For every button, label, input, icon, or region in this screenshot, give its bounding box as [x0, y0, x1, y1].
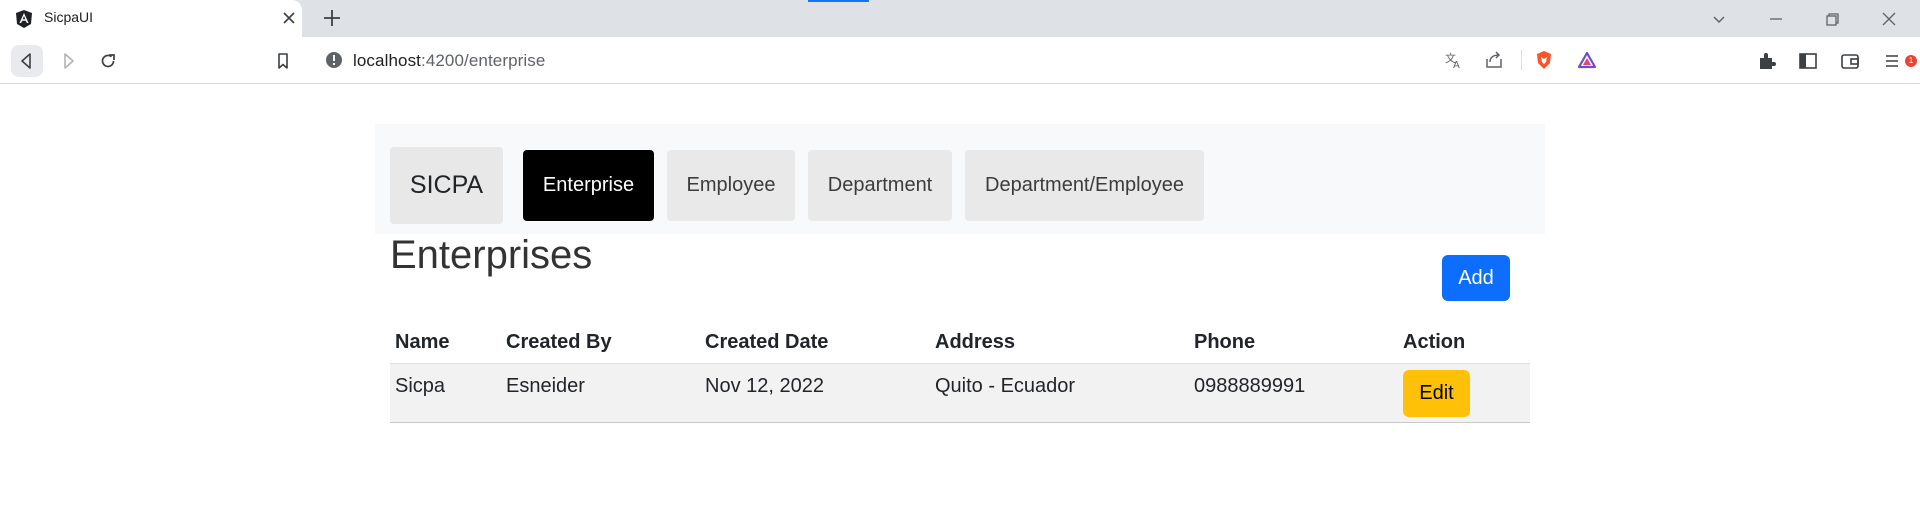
edit-button[interactable]: Edit: [1403, 369, 1470, 417]
close-tab-icon[interactable]: [279, 8, 299, 28]
site-info-icon[interactable]: [325, 51, 343, 69]
brave-rewards-icon[interactable]: [1577, 50, 1597, 70]
brave-shields-icon[interactable]: [1534, 50, 1554, 70]
add-enterprise-button[interactable]: Add: [1442, 255, 1510, 301]
address-bar[interactable]: localhost:4200/enterprise 文 A 1: [312, 43, 1917, 77]
column-header-action: Action: [1398, 322, 1530, 364]
new-tab-icon[interactable]: [321, 7, 343, 29]
column-header-created-by: Created By: [501, 322, 700, 364]
share-icon[interactable]: [1484, 50, 1504, 70]
app-navbar: SICPA Enterprise Employee Department Dep…: [375, 124, 1545, 234]
enterprises-table: Name Created By Created Date Address Pho…: [390, 322, 1530, 423]
forward-arrow-icon: [64, 53, 74, 69]
extensions-icon[interactable]: [1756, 50, 1778, 72]
cell-created-date: Nov 12, 2022: [700, 363, 930, 423]
browser-tabstrip: SicpaUI: [0, 0, 1920, 37]
browser-toolbar: localhost:4200/enterprise 文 A 1: [0, 37, 1920, 84]
table-row: Sicpa Esneider Nov 12, 2022 Quito - Ecua…: [390, 363, 1530, 423]
cell-created-by: Esneider: [501, 363, 700, 423]
url-path: :4200/enterprise: [421, 51, 546, 70]
angular-icon: [16, 10, 32, 28]
table-header-row: Name Created By Created Date Address Pho…: [390, 322, 1530, 364]
minimize-icon[interactable]: [1764, 7, 1788, 31]
forward-button[interactable]: [52, 45, 84, 77]
tab-loading-accent: [808, 0, 869, 2]
tab-department[interactable]: Department: [808, 150, 952, 221]
cell-address: Quito - Ecuador: [930, 363, 1189, 423]
restore-icon[interactable]: [1820, 7, 1844, 31]
svg-text:A: A: [1453, 60, 1460, 70]
omnibox-separator: [1521, 50, 1522, 70]
cell-phone: 0988889991: [1189, 363, 1398, 423]
tab-department-employee[interactable]: Department/Employee: [965, 150, 1204, 221]
cell-name: Sicpa: [390, 363, 501, 423]
tab-search-icon[interactable]: [1707, 7, 1731, 31]
reload-button[interactable]: [92, 45, 124, 77]
tab-title: SicpaUI: [44, 9, 94, 25]
back-arrow-icon: [21, 53, 31, 69]
brand-logo[interactable]: SICPA: [390, 147, 503, 224]
url-host: localhost: [353, 51, 421, 70]
bookmark-icon: [278, 53, 288, 69]
menu-icon[interactable]: [1881, 50, 1903, 72]
column-header-phone: Phone: [1189, 322, 1398, 364]
url-text[interactable]: localhost:4200/enterprise: [353, 51, 545, 71]
back-button[interactable]: [11, 45, 43, 77]
bookmark-button[interactable]: [267, 45, 299, 77]
column-header-created-date: Created Date: [700, 322, 930, 364]
rewards-badge: 1: [1905, 55, 1917, 67]
column-header-name: Name: [390, 322, 501, 364]
tab-employee[interactable]: Employee: [667, 150, 795, 221]
tab-enterprise[interactable]: Enterprise: [523, 150, 654, 221]
reload-icon: [101, 54, 115, 68]
browser-tab[interactable]: SicpaUI: [0, 0, 302, 37]
column-header-address: Address: [930, 322, 1189, 364]
sidebar-icon[interactable]: [1797, 50, 1819, 72]
page-title: Enterprises: [390, 233, 593, 277]
wallet-icon[interactable]: [1839, 50, 1861, 72]
close-window-icon[interactable]: [1877, 7, 1901, 31]
translate-icon[interactable]: 文 A: [1443, 50, 1463, 70]
cell-action: Edit: [1398, 363, 1530, 423]
